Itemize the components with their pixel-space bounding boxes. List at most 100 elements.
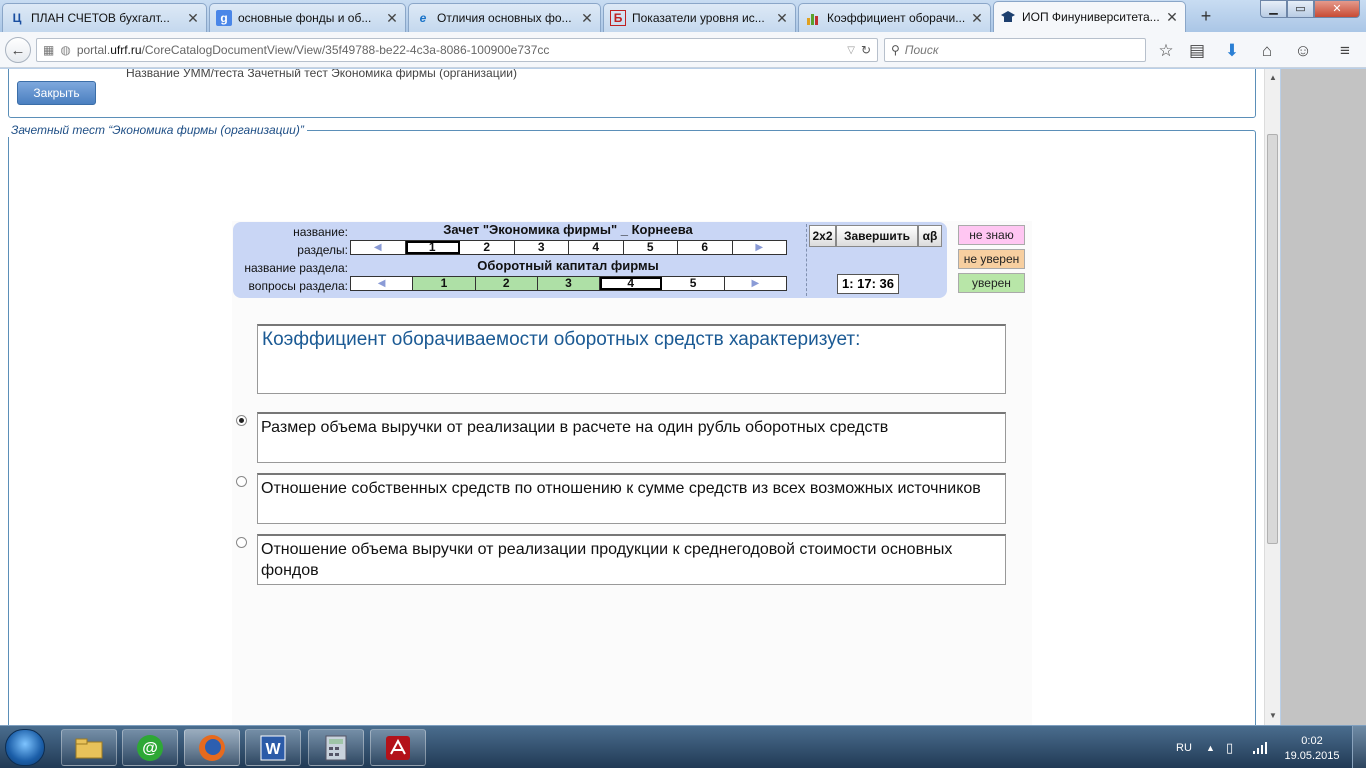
reload-icon[interactable]: ↻ xyxy=(861,43,871,57)
question-cell[interactable]: 3 xyxy=(537,277,601,290)
close-tab-icon[interactable]: ✕ xyxy=(775,10,789,27)
section-name: Оборотный капитал фирмы xyxy=(477,258,659,273)
url-path: /CoreCatalogDocumentView/View/35f49788-b… xyxy=(141,43,550,57)
sections-row: ◀ 1 2 3 4 5 6 ▶ xyxy=(350,240,787,255)
svg-text:W: W xyxy=(265,741,281,758)
section-name-label: название раздела: xyxy=(244,261,348,275)
questions-prev-arrow[interactable]: ◀ xyxy=(351,277,414,290)
close-tab-icon[interactable]: ✕ xyxy=(1165,9,1179,26)
tray-expand-icon[interactable]: ▲ xyxy=(1206,726,1215,768)
material-info-box: Название УММ/теста Зачетный тест Экономи… xyxy=(8,69,1256,118)
address-bar[interactable]: ▦ ◍ portal. ufrf.ru/CoreCatalogDocumentVi… xyxy=(36,38,878,62)
close-tab-icon[interactable]: ✕ xyxy=(186,10,200,27)
search-box[interactable]: ⚲ Поиск xyxy=(884,38,1146,62)
section-cell[interactable]: 6 xyxy=(678,241,733,254)
bookmark-star-icon[interactable]: ☆ xyxy=(1155,40,1177,62)
desktop-background xyxy=(1281,69,1366,725)
explorer-icon[interactable] xyxy=(61,729,117,766)
close-tab-icon[interactable]: ✕ xyxy=(970,10,984,27)
test-name: Зачет "Экономика фирмы" _ Корнеева xyxy=(443,222,693,237)
question-cell[interactable]: 4 xyxy=(600,277,663,290)
question-cell[interactable]: 5 xyxy=(662,277,725,290)
menu-icon[interactable]: ≡ xyxy=(1334,40,1356,62)
page-content: Название УММ/теста Зачетный тест Экономи… xyxy=(0,69,1264,725)
answer-radio-1[interactable] xyxy=(236,415,247,426)
signal-icon[interactable] xyxy=(1252,726,1268,768)
close-button[interactable]: Закрыть xyxy=(17,81,96,105)
minimize-button[interactable]: ▁ xyxy=(1260,0,1287,18)
new-tab-button[interactable]: + xyxy=(1196,6,1216,26)
answer-option-3[interactable]: Отношение объема выручки от реализации п… xyxy=(257,534,1006,585)
tab-osnovnye-fondy[interactable]: g основные фонды и об... ✕ xyxy=(209,3,406,32)
start-button[interactable] xyxy=(5,729,45,766)
header-divider xyxy=(806,224,807,296)
scroll-down-arrow-icon[interactable]: ▼ xyxy=(1265,711,1281,720)
reading-list-icon[interactable]: ▤ xyxy=(1186,40,1208,62)
calculator-icon[interactable] xyxy=(308,729,364,766)
questions-next-arrow[interactable]: ▶ xyxy=(725,277,786,290)
window-close-button[interactable]: ✕ xyxy=(1314,0,1360,18)
question-text: Коэффициент оборачиваемости оборотных ср… xyxy=(257,324,1006,394)
smiley-icon[interactable]: ☺ xyxy=(1292,40,1314,62)
taskbar: @ W RU ▲ ▯ 0:02 19.05.2015 xyxy=(0,725,1366,768)
acrobat-icon[interactable] xyxy=(370,729,426,766)
tab-title: Показатели уровня ис... xyxy=(632,11,765,25)
question-cell[interactable]: 2 xyxy=(475,277,538,290)
tab-koeffitsient[interactable]: Коэффициент оборачи... ✕ xyxy=(798,3,991,32)
b-logo-icon: Б xyxy=(610,10,626,26)
sure-button[interactable]: уверен xyxy=(958,273,1025,293)
arrow-left-icon: ← xyxy=(10,41,26,59)
tab-pokazateli[interactable]: Б Показатели уровня ис... ✕ xyxy=(603,3,796,32)
tab-iop-active[interactable]: ИОП Финуниверситета... ✕ xyxy=(993,1,1186,32)
sections-prev-arrow[interactable]: ◀ xyxy=(351,241,406,254)
dont-know-button[interactable]: не знаю xyxy=(958,225,1025,245)
question-cell[interactable]: 1 xyxy=(413,277,476,290)
firefox-icon[interactable] xyxy=(184,729,240,766)
download-icon[interactable]: ⬇ xyxy=(1221,40,1243,62)
sections-label: разделы: xyxy=(297,243,348,257)
section-cell[interactable]: 2 xyxy=(460,241,515,254)
globe-icon: ◍ xyxy=(60,43,71,57)
back-button[interactable]: ← xyxy=(5,37,31,63)
tab-plan-schetov[interactable]: Ц ПЛАН СЧЕТОВ бухгалт... ✕ xyxy=(2,3,207,32)
sections-next-arrow[interactable]: ▶ xyxy=(733,241,787,254)
language-indicator[interactable]: RU xyxy=(1176,726,1192,768)
tab-title: Отличия основных фо... xyxy=(437,11,572,25)
finish-button[interactable]: Завершить xyxy=(836,225,918,247)
two-by-two-button[interactable]: 2x2 xyxy=(809,225,836,247)
close-tab-icon[interactable]: ✕ xyxy=(580,10,594,27)
tab-title: ИОП Финуниверситета... xyxy=(1022,10,1160,24)
answer-option-1[interactable]: Размер объема выручки от реализации в ра… xyxy=(257,412,1006,463)
mail-ru-agent-icon[interactable]: @ xyxy=(122,729,178,766)
vertical-scrollbar[interactable]: ▲ ▼ xyxy=(1264,69,1280,725)
alpha-beta-button[interactable]: αβ xyxy=(918,225,942,247)
grid-icon: ▦ xyxy=(43,43,55,57)
c-logo-icon: Ц xyxy=(12,11,22,25)
section-cell[interactable]: 3 xyxy=(515,241,569,254)
dropdown-arrow-icon[interactable]: ▽ xyxy=(847,45,855,56)
tab-title: Коэффициент оборачи... xyxy=(827,11,966,25)
answer-radio-3[interactable] xyxy=(236,537,247,548)
home-icon[interactable]: ⌂ xyxy=(1256,40,1278,62)
section-cell[interactable]: 4 xyxy=(569,241,624,254)
questions-label: вопросы раздела: xyxy=(248,279,348,293)
not-sure-button[interactable]: не уверен xyxy=(958,249,1025,269)
show-desktop-button[interactable] xyxy=(1352,726,1366,768)
answer-radio-2[interactable] xyxy=(236,476,247,487)
maximize-button[interactable]: ▭ xyxy=(1287,0,1314,18)
graduation-cap-icon xyxy=(1000,9,1016,25)
answer-option-2[interactable]: Отношение собственных средств по отношен… xyxy=(257,473,1006,524)
section-cell[interactable]: 5 xyxy=(624,241,678,254)
window-controls: ▁ ▭ ✕ xyxy=(1260,0,1360,18)
url-host: ufrf.ru xyxy=(110,43,142,57)
scroll-up-arrow-icon[interactable]: ▲ xyxy=(1265,73,1281,82)
close-tab-icon[interactable]: ✕ xyxy=(385,10,399,27)
device-icon[interactable]: ▯ xyxy=(1226,726,1233,768)
clock[interactable]: 0:02 19.05.2015 xyxy=(1282,734,1342,764)
tab-otlichiya[interactable]: e Отличия основных фо... ✕ xyxy=(408,3,601,32)
scroll-thumb[interactable] xyxy=(1267,134,1278,544)
section-cell[interactable]: 1 xyxy=(405,241,460,254)
name-label: название: xyxy=(293,225,348,239)
word-icon[interactable]: W xyxy=(245,729,301,766)
test-legend: Зачетный тест “Экономика фирмы (организа… xyxy=(8,123,307,137)
